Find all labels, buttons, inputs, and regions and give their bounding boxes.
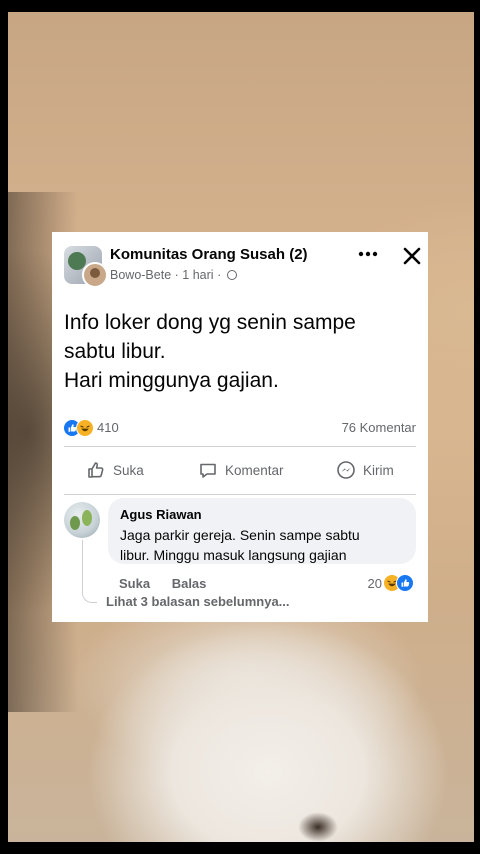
commenter-avatar-image — [82, 510, 92, 526]
comment-bubble: Agus Riawan Jaga parkir gereja. Senin sa… — [108, 498, 416, 564]
like-button-label: Suka — [113, 462, 144, 478]
author-avatar-face — [90, 268, 100, 278]
meta-separator: · — [217, 268, 222, 282]
comment-button-label: Komentar — [225, 462, 284, 478]
group-name[interactable]: Komunitas Orang Susah (2) — [110, 246, 308, 263]
comment-button[interactable]: Komentar — [198, 454, 284, 486]
post-screenshot-card: Komunitas Orang Susah (2) Bowo-Bete · 1 … — [52, 232, 428, 622]
comment-reaction-count: 20 — [367, 576, 382, 591]
like-reaction-icon — [396, 573, 414, 592]
comment-text-line: Jaga parkir gereja. Senin sampe sabtu — [120, 527, 360, 543]
comment-reply-button[interactable]: Balas — [172, 576, 207, 591]
post-text-line: Info loker dong yg senin sampe — [64, 311, 356, 334]
comment-icon — [200, 463, 216, 478]
commenter-avatar-image — [70, 516, 80, 530]
send-button-label: Kirim — [363, 462, 394, 478]
post-action-bar: Suka Komentar Kirim — [64, 454, 416, 486]
commenter-avatar[interactable] — [64, 502, 100, 538]
comment-text-line: libur. Minggu masuk langsung gajian — [120, 547, 347, 563]
post-stats: 410 76 Komentar — [64, 418, 416, 438]
comment-text: Jaga parkir gereja. Senin sampe sabtu li… — [120, 525, 410, 565]
like-button[interactable]: Suka — [86, 454, 144, 486]
close-button[interactable] — [400, 244, 424, 268]
author-avatar[interactable] — [82, 262, 108, 288]
divider — [64, 494, 416, 495]
post-text-line: sabtu libur. — [64, 340, 166, 363]
more-options-button[interactable] — [356, 248, 380, 268]
view-previous-replies-link[interactable]: Lihat 3 balasan sebelumnya... — [106, 594, 290, 609]
comment-actions: Suka Balas — [119, 576, 224, 591]
divider — [64, 446, 416, 447]
background-shadow-bottom — [298, 812, 338, 842]
author-name[interactable]: Bowo-Bete — [110, 268, 171, 282]
messenger-icon — [337, 461, 355, 479]
comment-like-button[interactable]: Suka — [119, 576, 150, 591]
more-horizontal-icon — [358, 251, 378, 257]
post-header: Komunitas Orang Susah (2) Bowo-Bete · 1 … — [64, 244, 421, 288]
post-time[interactable]: 1 hari — [182, 268, 213, 282]
meta-separator: · — [174, 268, 179, 282]
reaction-count[interactable]: 410 — [97, 420, 119, 435]
comment: Agus Riawan Jaga parkir gereja. Senin sa… — [64, 498, 416, 618]
send-button[interactable]: Kirim — [336, 454, 394, 486]
post-text-line: Hari minggunya gajian. — [64, 369, 279, 392]
commenter-name[interactable]: Agus Riawan — [120, 507, 202, 522]
reply-thread-line — [82, 540, 97, 603]
thumbs-up-icon — [88, 462, 104, 478]
globe-icon — [226, 270, 237, 280]
close-icon — [403, 247, 421, 265]
post-text: Info loker dong yg senin sampe sabtu lib… — [64, 308, 420, 395]
haha-reaction-icon[interactable] — [76, 418, 94, 437]
post-meta: Bowo-Bete · 1 hari · — [110, 268, 237, 282]
comment-count[interactable]: 76 Komentar — [342, 420, 416, 435]
